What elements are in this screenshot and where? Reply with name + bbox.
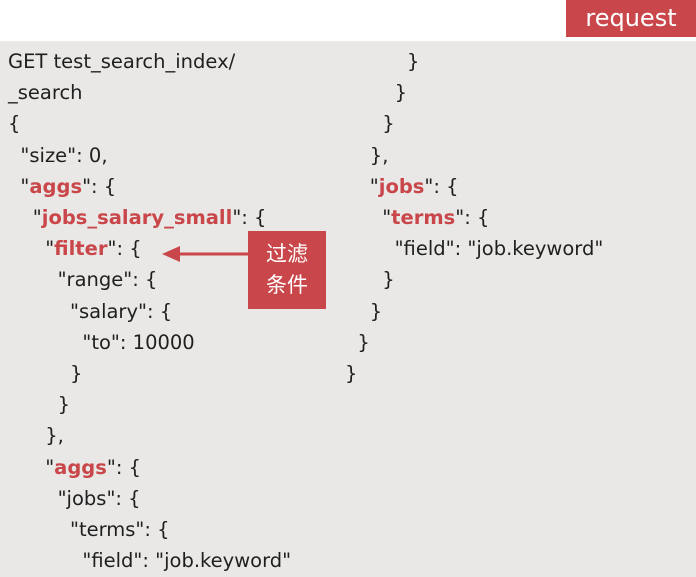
code-key: jobs	[378, 174, 425, 198]
code-key: aggs	[54, 455, 107, 479]
callout-line-1: 过滤	[266, 242, 308, 266]
code-line: }	[345, 296, 382, 327]
code-key: jobs_salary_small	[41, 206, 233, 229]
code-line: "filter": {	[8, 233, 142, 264]
slide: request GET test_search_index/ _search { "…	[0, 0, 696, 577]
code-text: "size": 0,	[8, 143, 108, 167]
code-line: "jobs": {	[345, 171, 459, 202]
code-text: "field": "job.keyword"	[8, 549, 292, 573]
code-line: "jobs": {	[8, 483, 141, 514]
code-line: "terms": {	[345, 202, 489, 233]
code-text: "range": {	[8, 268, 158, 292]
code-key: filter	[54, 237, 108, 261]
code-line: }	[345, 327, 370, 358]
code-text: "	[345, 206, 392, 229]
code-line: }	[345, 77, 407, 108]
code-line: }	[345, 358, 357, 389]
code-line: "terms": {	[8, 514, 170, 545]
code-text: "	[345, 174, 379, 198]
code-key: terms	[391, 206, 456, 229]
code-line: "salary": {	[8, 296, 172, 327]
code-text: {	[8, 112, 21, 136]
code-text: }	[345, 50, 420, 73]
code-line: GET test_search_index/	[8, 46, 235, 77]
code-text: "	[8, 237, 55, 261]
request-badge: request	[566, 0, 696, 37]
code-line: },	[8, 420, 64, 451]
code-text: }	[345, 299, 383, 323]
code-line: _search	[8, 77, 83, 108]
code-line: "aggs": {	[8, 452, 141, 483]
code-text: "	[8, 174, 30, 198]
code-line: },	[345, 140, 389, 171]
code-line: }	[345, 46, 419, 77]
code-text: "	[8, 455, 55, 479]
code-text: }	[345, 112, 395, 136]
code-text: }	[8, 393, 70, 417]
code-key: aggs	[29, 174, 83, 198]
code-line: }	[345, 264, 395, 295]
arrow-left-icon	[162, 246, 252, 262]
code-line: "range": {	[8, 264, 158, 295]
code-text: ": {	[232, 206, 267, 229]
code-line: {	[8, 108, 20, 139]
code-text: }	[345, 362, 358, 385]
code-text: "field": "job.keyword"	[345, 237, 604, 261]
code-line: "jobs_salary_small": {	[8, 202, 267, 233]
callout-line-2: 条件	[266, 273, 308, 297]
code-text: ": {	[107, 237, 142, 261]
code-line: "field": "job.keyword"	[345, 233, 604, 264]
code-text: "salary": {	[8, 299, 173, 323]
code-line: "size": 0,	[8, 140, 108, 171]
code-line: }	[8, 358, 82, 389]
filter-callout: 过滤 条件	[248, 231, 326, 309]
code-text: }	[345, 81, 407, 105]
code-text: "	[8, 206, 42, 229]
code-text: GET test_search_index/	[8, 50, 236, 73]
code-text: ": {	[82, 174, 117, 198]
code-text: "to": 10000	[8, 330, 195, 354]
code-text: ": {	[455, 206, 490, 229]
code-line: "aggs": {	[8, 171, 116, 202]
code-text: _search	[8, 81, 83, 105]
code-text: },	[8, 424, 64, 448]
code-text: "jobs": {	[8, 486, 141, 510]
code-line: }	[8, 389, 70, 420]
code-line: "to": 10000	[8, 327, 195, 358]
code-text: }	[345, 330, 370, 354]
code-line: "field": "job.keyword"	[8, 545, 291, 576]
code-text: }	[345, 268, 395, 292]
code-text: },	[345, 143, 389, 167]
code-line: }	[345, 108, 395, 139]
code-text: }	[8, 362, 83, 385]
code-text: "terms": {	[8, 518, 170, 541]
code-text: ": {	[424, 174, 459, 198]
code-text: ": {	[106, 455, 142, 479]
